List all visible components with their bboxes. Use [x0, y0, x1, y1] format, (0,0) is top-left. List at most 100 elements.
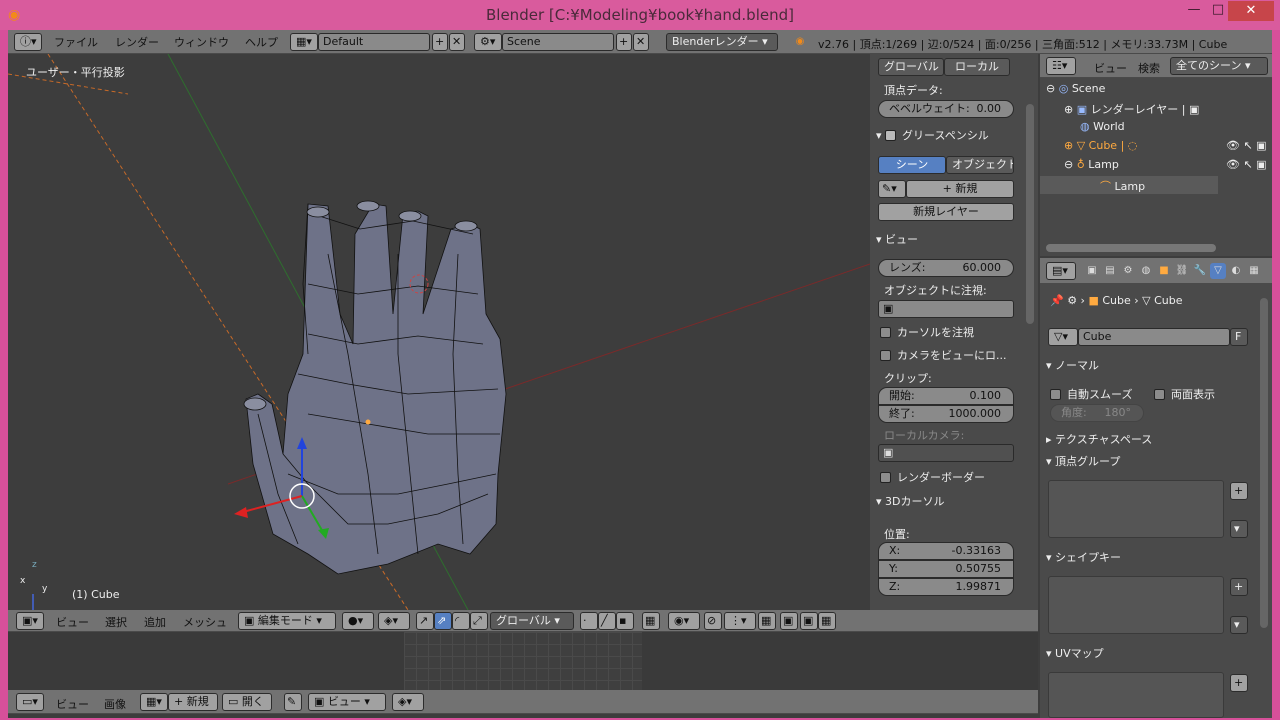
- lock-cursor-checkbox[interactable]: カーソルを注視: [880, 324, 974, 340]
- lock-object-field[interactable]: ▣: [878, 300, 1014, 318]
- render-border-checkbox[interactable]: レンダーボーダー: [880, 469, 985, 485]
- scene-icon[interactable]: ⚙▾: [474, 33, 502, 51]
- visibility-eye-icon-2[interactable]: 👁 ↖ ▣: [1226, 158, 1267, 171]
- scene-name-field[interactable]: Scene: [502, 33, 614, 51]
- render-layers-tab-icon[interactable]: ▤: [1102, 263, 1118, 279]
- close-button[interactable]: ✕: [1228, 1, 1274, 21]
- snap-toggle-icon[interactable]: ⊘: [704, 612, 722, 630]
- snap-target-icon[interactable]: ▦: [758, 612, 776, 630]
- fake-user-button[interactable]: F: [1230, 328, 1248, 346]
- menu-view[interactable]: ビュー: [56, 614, 89, 630]
- menu-window[interactable]: ウィンドウ: [174, 34, 229, 50]
- shape-keys-header[interactable]: ▾ シェイプキー: [1040, 548, 1272, 568]
- outliner-hscrollbar[interactable]: [1046, 244, 1216, 252]
- mesh-browse-icon[interactable]: ▽▾: [1048, 328, 1078, 346]
- grease-pencil-header[interactable]: ▾ グリースペンシル: [870, 126, 1038, 146]
- texture-space-header[interactable]: ▸ テクスチャスペース: [1040, 430, 1272, 450]
- editor-type-properties-icon[interactable]: ▤▾: [1046, 262, 1076, 280]
- render-tab-icon[interactable]: ▣: [1084, 263, 1100, 279]
- mode-select[interactable]: ▣ 編集モード ▾: [238, 612, 336, 630]
- image-editor-area[interactable]: [8, 632, 1038, 690]
- vertex-groups-list[interactable]: [1048, 480, 1224, 538]
- outliner-menu-search[interactable]: 検索: [1138, 60, 1160, 76]
- snap-element-select[interactable]: ⋮▾: [724, 612, 756, 630]
- outliner-item-scene[interactable]: ⊖ ◎ Scene: [1046, 82, 1105, 95]
- vertex-groups-header[interactable]: ▾ 頂点グループ: [1040, 452, 1272, 472]
- lens-field[interactable]: レンズ: 60.000: [878, 259, 1014, 277]
- bevel-weight-field[interactable]: ベベルウェイト: 0.00: [878, 100, 1014, 118]
- gp-brush-icon[interactable]: ✎▾: [878, 180, 906, 198]
- limit-selection-icon[interactable]: ▦: [642, 612, 660, 630]
- vertex-group-menu-button[interactable]: ▾: [1230, 520, 1248, 538]
- render-engine-select[interactable]: Blenderレンダー ▾: [666, 33, 778, 51]
- editor-type-image-icon[interactable]: ▭▾: [16, 693, 44, 711]
- mesh-name-field[interactable]: Cube: [1078, 328, 1230, 346]
- 3d-viewport[interactable]: ユーザー・平行投影 (1) Cube z x y: [8, 54, 870, 610]
- rotate-icon[interactable]: ◜: [452, 612, 470, 630]
- remove-scene-button[interactable]: ✕: [633, 33, 649, 51]
- shape-key-menu-button[interactable]: ▾: [1230, 616, 1248, 634]
- uv-maps-list[interactable]: [1048, 672, 1224, 718]
- menu-image[interactable]: 画像: [104, 696, 126, 712]
- outliner-menu-view[interactable]: ビュー: [1094, 60, 1127, 76]
- uv-maps-header[interactable]: ▾ UVマップ: [1040, 644, 1272, 664]
- orientation-select[interactable]: グローバル ▾: [490, 612, 574, 630]
- object-tab-icon[interactable]: ■: [1156, 263, 1172, 279]
- face-select-icon[interactable]: ▪: [616, 612, 634, 630]
- cursor-z-field[interactable]: Z: 1.99871: [878, 578, 1014, 596]
- manipulator-toggle[interactable]: ↗: [416, 612, 434, 630]
- edge-select-icon[interactable]: ╱: [598, 612, 616, 630]
- scene-tab-icon[interactable]: ⚙: [1120, 263, 1136, 279]
- menu-render[interactable]: レンダー: [115, 34, 159, 50]
- editor-type-3d-icon[interactable]: ▣▾: [16, 612, 44, 630]
- layout-name-field[interactable]: Default: [318, 33, 430, 51]
- menu-mesh[interactable]: メッシュ: [183, 614, 227, 630]
- translate-icon[interactable]: ⇗: [434, 612, 452, 630]
- clip-start-field[interactable]: 開始: 0.100: [878, 387, 1014, 405]
- image-new-button[interactable]: + 新規: [168, 693, 218, 711]
- double-sided-checkbox[interactable]: 両面表示: [1154, 386, 1215, 402]
- remove-layout-button[interactable]: ✕: [449, 33, 465, 51]
- add-scene-button[interactable]: +: [616, 33, 632, 51]
- view-panel-header[interactable]: ▾ ビュー: [870, 230, 1038, 250]
- modifiers-tab-icon[interactable]: 🔧: [1192, 263, 1208, 279]
- pin-icon[interactable]: ✎: [284, 693, 302, 711]
- editor-type-outliner-icon[interactable]: ☷▾: [1046, 57, 1076, 75]
- menu-view-image[interactable]: ビュー: [56, 696, 89, 712]
- normals-panel-header[interactable]: ▾ ノーマル: [1040, 356, 1272, 376]
- properties-scrollbar[interactable]: [1260, 298, 1268, 628]
- menu-file[interactable]: ファイル: [54, 34, 98, 50]
- world-tab-icon[interactable]: ◍: [1138, 263, 1154, 279]
- material-tab-icon[interactable]: ◐: [1228, 263, 1244, 279]
- outliner-item-cube[interactable]: ⊕ ▽ Cube | ◌: [1064, 139, 1137, 152]
- outliner-item-world[interactable]: ◍ World: [1080, 120, 1125, 133]
- layout-icon[interactable]: ▦▾: [290, 33, 318, 51]
- image-pivot-select[interactable]: ◈▾: [392, 693, 424, 711]
- editor-type-icon[interactable]: ⓘ▾: [14, 33, 42, 51]
- outliner-item-lamp[interactable]: ⊖ ♁ Lamp: [1064, 158, 1119, 171]
- scale-icon[interactable]: ⤢: [470, 612, 488, 630]
- auto-smooth-checkbox[interactable]: 自動スムーズ: [1050, 386, 1132, 402]
- outliner-filter-select[interactable]: 全てのシーン ▾: [1170, 57, 1268, 75]
- menu-select[interactable]: 選択: [105, 614, 127, 630]
- menu-add[interactable]: 追加: [144, 614, 166, 630]
- outliner-item-lamp-data[interactable]: ⌒ Lamp: [1100, 178, 1145, 194]
- shading-select[interactable]: ●▾: [342, 612, 374, 630]
- mesh-data-tab-icon[interactable]: ▽: [1210, 263, 1226, 279]
- cursor-x-field[interactable]: X: -0.33163: [878, 542, 1014, 560]
- gp-tab-scene[interactable]: シーン: [878, 156, 946, 174]
- clip-end-field[interactable]: 終了: 1000.000: [878, 405, 1014, 423]
- add-vertex-group-button[interactable]: +: [1230, 482, 1248, 500]
- maximize-button[interactable]: □: [1208, 2, 1228, 22]
- render-preview-icon[interactable]: ▦: [818, 612, 836, 630]
- outliner-item-render-layers[interactable]: ⊕ ▣ レンダーレイヤー | ▣: [1064, 101, 1199, 117]
- visibility-eye-icon[interactable]: 👁 ↖ ▣: [1226, 139, 1267, 152]
- image-view-select[interactable]: ▣ ビュー ▾: [308, 693, 386, 711]
- lock-camera-checkbox[interactable]: カメラをビューにロ...: [880, 347, 1007, 363]
- n-panel-scrollbar[interactable]: [1026, 104, 1034, 324]
- tab-local[interactable]: ローカル: [944, 58, 1010, 76]
- image-open-button[interactable]: ▭ 開く: [222, 693, 272, 711]
- gp-tab-object[interactable]: オブジェクト: [946, 156, 1014, 174]
- texture-tab-icon[interactable]: ▦: [1246, 263, 1262, 279]
- gp-new-layer-button[interactable]: 新規レイヤー: [878, 203, 1014, 221]
